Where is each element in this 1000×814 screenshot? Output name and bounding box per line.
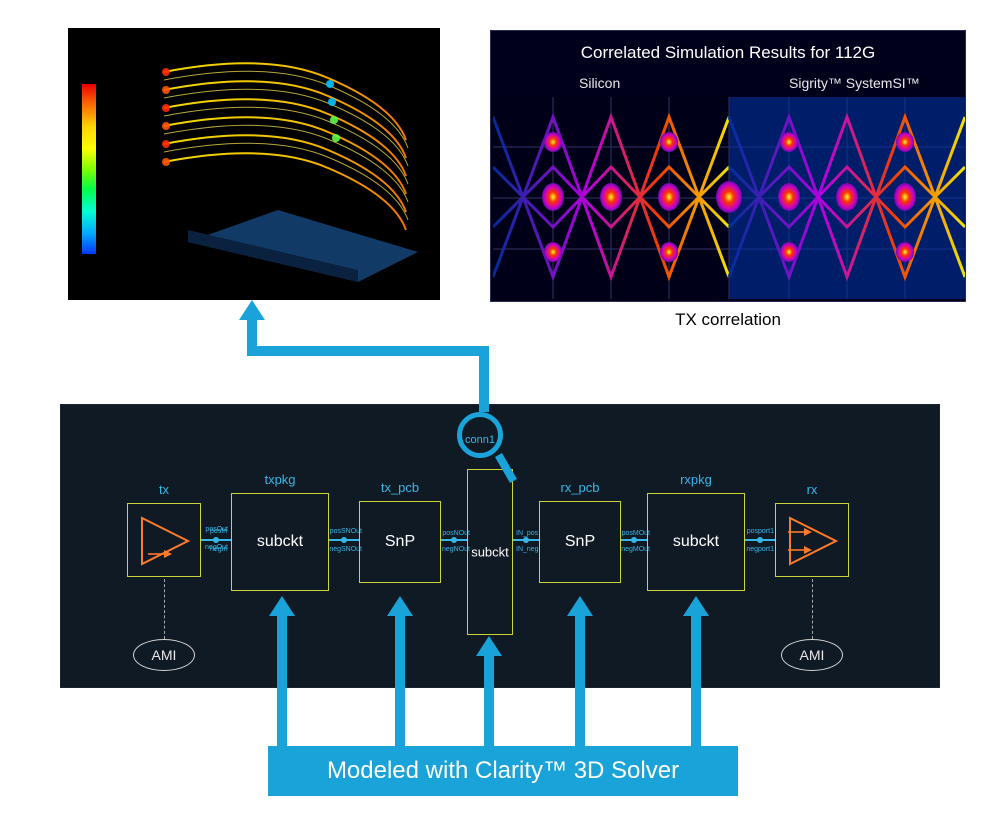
port-label: posIn: [210, 528, 227, 535]
port-label: posport1: [747, 528, 774, 535]
port-label: negNOut: [442, 546, 470, 553]
eye-caption: TX correlation: [490, 310, 966, 330]
port-label: negIn: [210, 546, 228, 553]
block-txpcb-head: tx_pcb: [360, 480, 440, 495]
eye-label-systemsi: Sigrity™ SystemSI™: [789, 75, 920, 91]
port-label: IN_pos: [516, 530, 538, 537]
block-txpcb: tx_pcb SnP posNOut negNOut: [359, 501, 441, 583]
arrow-callout: [484, 654, 494, 746]
rx-amp-icon: [786, 514, 840, 568]
block-conn1: subckt: [467, 469, 513, 635]
arrow-callout: [575, 614, 585, 746]
port-label: negMOut: [621, 546, 650, 553]
block-rxpcb: rx_pcb SnP IN_pos IN_neg posMOut negMOut: [539, 501, 621, 583]
wire-node-icon: [341, 537, 347, 543]
port-label: negSNOut: [329, 546, 362, 553]
block-txpkg: txpkg subckt posIn negIn posSNOut negSNO…: [231, 493, 329, 591]
arrow-head-up-icon: [683, 596, 709, 616]
wire-node-icon: [213, 537, 219, 543]
eye-label-silicon: Silicon: [579, 75, 620, 91]
wire-node-icon: [523, 537, 529, 543]
arrow-callout: [277, 614, 287, 746]
block-tx-head: tx: [128, 482, 200, 497]
panel-3d-field: [68, 28, 440, 300]
arrow-head-up-icon: [239, 300, 265, 320]
block-rxpcb-label: SnP: [540, 533, 620, 551]
block-rxpkg-label: subckt: [648, 533, 744, 551]
colorbar: [82, 84, 96, 254]
wire-node-icon: [451, 537, 457, 543]
eye-canvas: [493, 97, 965, 299]
ami-dash-icon: [164, 579, 165, 639]
port-label: negport1: [746, 546, 774, 553]
block-tx: tx posOut negOut: [127, 503, 201, 577]
ami-dash-icon: [812, 579, 813, 639]
block-rx: rx: [775, 503, 849, 577]
arrow-head-up-icon: [269, 596, 295, 616]
port-label: posSNOut: [330, 528, 362, 535]
block-rxpkg: rxpkg subckt posport1 negport1: [647, 493, 745, 591]
eye-title: Correlated Simulation Results for 112G: [491, 43, 965, 63]
block-rx-head: rx: [776, 482, 848, 497]
arrow-conn-to-vert: [479, 350, 489, 412]
ami-left: AMI: [133, 639, 195, 671]
block-rxpcb-head: rx_pcb: [540, 480, 620, 495]
block-conn1-label: subckt: [468, 545, 512, 560]
magnifier-icon: conn1: [457, 412, 503, 458]
wire-node-icon: [757, 537, 763, 543]
block-rxpkg-head: rxpkg: [648, 472, 744, 487]
arrow-conn-to-stub: [247, 318, 257, 356]
block-txpcb-label: SnP: [360, 533, 440, 551]
arrow-callout: [691, 614, 701, 746]
arrow-head-up-icon: [567, 596, 593, 616]
port-label: posMOut: [622, 530, 650, 537]
tx-amp-icon: [138, 514, 192, 568]
arrow-conn-to-horiz: [247, 346, 489, 356]
arrow-head-up-icon: [476, 636, 502, 656]
block-txpkg-label: subckt: [232, 533, 328, 551]
port-label: IN_neg: [516, 546, 539, 553]
field-point-cloud: [158, 42, 422, 282]
arrow-callout: [395, 614, 405, 746]
ami-right: AMI: [781, 639, 843, 671]
port-label: posNOut: [442, 530, 470, 537]
wire-node-icon: [631, 537, 637, 543]
block-txpkg-head: txpkg: [232, 472, 328, 487]
callout-clarity: Modeled with Clarity™ 3D Solver: [268, 746, 738, 796]
arrow-head-up-icon: [387, 596, 413, 616]
panel-eye-diagram: Correlated Simulation Results for 112G S…: [490, 30, 966, 302]
